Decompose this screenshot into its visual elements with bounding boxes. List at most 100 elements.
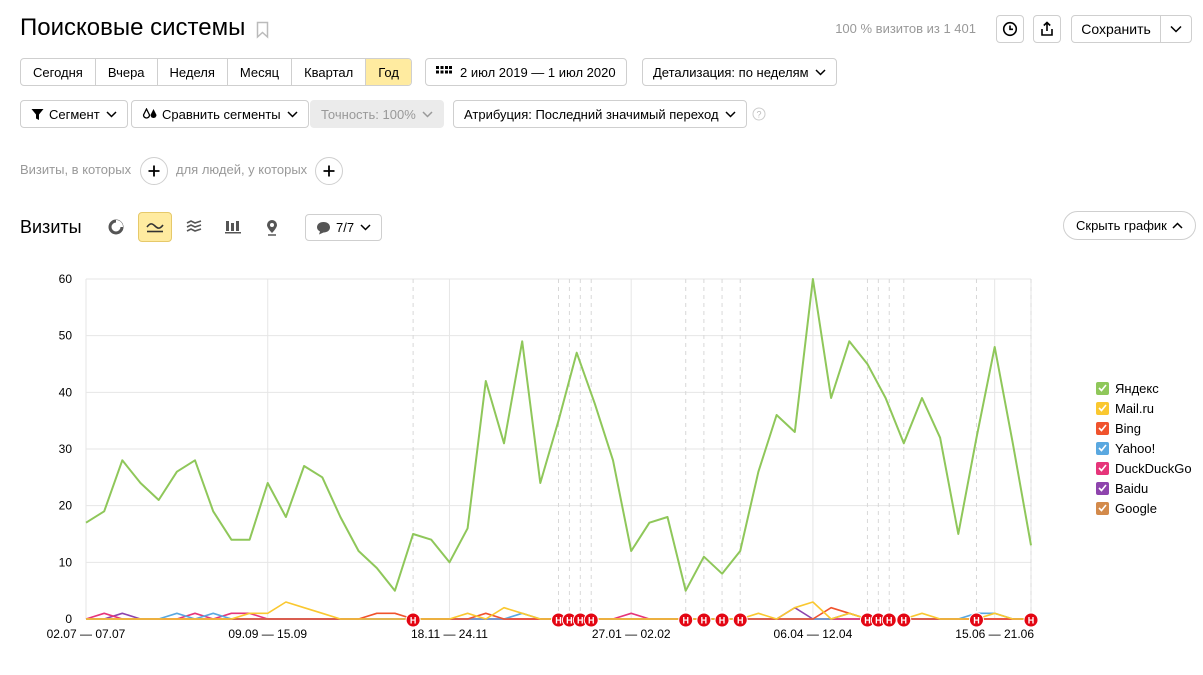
period-button-2[interactable]: Неделя	[158, 59, 228, 85]
bar-chart-icon	[225, 221, 241, 234]
page-title: Поисковые системы	[20, 14, 246, 41]
segment-label: Сегмент	[49, 106, 100, 122]
visits-info: 100 % визитов из 1 401	[835, 21, 976, 36]
detail-dropdown[interactable]: Детализация: по неделям	[642, 58, 837, 86]
svg-text:Н: Н	[886, 616, 893, 626]
period-button-4[interactable]: Квартал	[292, 59, 367, 85]
annotation-marker[interactable]: Н	[732, 612, 748, 628]
y-tick-label: 30	[59, 442, 73, 456]
clock-icon	[1002, 21, 1018, 37]
notes-button[interactable]: 7/7	[305, 214, 383, 241]
segment-button[interactable]: Сегмент	[20, 100, 128, 128]
svg-text:Н: Н	[555, 616, 562, 626]
period-selector: Сегодня Вчера Неделя Месяц Квартал Год	[20, 58, 412, 86]
y-tick-label: 0	[65, 612, 72, 626]
pie-view-button[interactable]	[99, 212, 133, 242]
svg-text:Н: Н	[682, 616, 689, 626]
accuracy-dropdown[interactable]: Точность: 100%	[310, 100, 444, 128]
plus-icon	[323, 165, 335, 177]
period-button-3[interactable]: Месяц	[228, 59, 293, 85]
legend-item[interactable]: Yahoo!	[1096, 438, 1192, 458]
legend-label: Yahoo!	[1115, 440, 1156, 456]
legend-item[interactable]: Яндекс	[1096, 378, 1192, 398]
history-button[interactable]	[996, 15, 1024, 43]
map-pin-icon	[267, 219, 277, 236]
checkbox-icon[interactable]	[1096, 501, 1109, 515]
chevron-down-icon	[287, 110, 298, 118]
annotation-marker[interactable]: Н	[405, 612, 421, 628]
legend-label: Bing	[1115, 420, 1142, 436]
chevron-down-icon	[106, 110, 117, 118]
chart-legend: Яндекс Mail.ru Bing Yahoo! DuckDuckGo Baidu Go…	[1096, 378, 1192, 518]
checkbox-icon[interactable]	[1096, 461, 1109, 475]
save-button-group: Сохранить	[1071, 15, 1192, 43]
annotation-marker[interactable]: Н	[696, 612, 712, 628]
compare-segments-button[interactable]: Сравнить сегменты	[131, 100, 309, 128]
checkbox-icon[interactable]	[1096, 421, 1109, 435]
legend-item[interactable]: Google	[1096, 498, 1192, 518]
bookmark-icon[interactable]	[256, 21, 269, 39]
legend-label: Google	[1115, 500, 1157, 516]
export-button[interactable]	[1033, 15, 1061, 43]
period-button-0[interactable]: Сегодня	[21, 59, 96, 85]
line-view-button[interactable]	[138, 212, 172, 242]
period-button-5[interactable]: Год	[366, 59, 411, 85]
detail-label: Детализация: по неделям	[653, 64, 809, 80]
svg-text:Н: Н	[901, 616, 908, 626]
checkbox-icon[interactable]	[1096, 381, 1109, 395]
svg-text:Н: Н	[577, 616, 584, 626]
add-people-condition-button[interactable]	[315, 157, 343, 185]
x-tick-label: 06.04 — 12.04	[774, 627, 853, 641]
legend-label: Mail.ru	[1115, 400, 1155, 416]
y-tick-label: 10	[59, 555, 73, 569]
annotation-marker[interactable]: Н	[896, 612, 912, 628]
hide-chart-label: Скрыть график	[1076, 218, 1167, 233]
checkbox-icon[interactable]	[1096, 441, 1109, 455]
hide-chart-button[interactable]: Скрыть график	[1063, 211, 1196, 240]
calendar-icon	[436, 66, 452, 74]
save-button[interactable]: Сохранить	[1072, 16, 1161, 42]
stacked-area-icon	[186, 220, 202, 232]
bar-view-button[interactable]	[216, 212, 250, 242]
chevron-down-icon	[815, 68, 826, 76]
legend-item[interactable]: Bing	[1096, 418, 1192, 438]
plus-icon	[148, 165, 160, 177]
visits-where-label: Визиты, в которых	[20, 162, 132, 177]
svg-text:Н: Н	[737, 616, 744, 626]
drops-icon	[142, 107, 157, 119]
annotation-marker[interactable]: Н	[1023, 612, 1039, 628]
share-icon	[1041, 21, 1053, 36]
filter-icon	[31, 108, 44, 120]
svg-text:Н: Н	[973, 616, 980, 626]
help-icon[interactable]: ?	[752, 107, 766, 126]
date-range-button[interactable]: 2 июл 2019 — 1 июл 2020	[425, 58, 627, 86]
annotation-marker[interactable]: Н	[714, 612, 730, 628]
annotation-marker[interactable]: Н	[583, 612, 599, 628]
add-visit-condition-button[interactable]	[140, 157, 168, 185]
comment-icon	[317, 221, 330, 234]
save-dropdown-button[interactable]	[1161, 16, 1191, 42]
y-tick-label: 20	[59, 499, 73, 513]
legend-item[interactable]: DuckDuckGo	[1096, 458, 1192, 478]
svg-text:Н: Н	[701, 616, 708, 626]
visits-line-chart: 0 10 20 30 40 50 60 02.07 — 07.07 09.09 — 15.09 1…	[47, 272, 1039, 641]
chevron-down-icon	[1170, 25, 1182, 33]
period-button-1[interactable]: Вчера	[96, 59, 158, 85]
area-view-button[interactable]	[177, 212, 211, 242]
svg-text:Н: Н	[566, 616, 573, 626]
map-view-button[interactable]	[255, 212, 289, 242]
line-chart-icon	[146, 223, 164, 233]
annotation-marker[interactable]: Н	[678, 612, 694, 628]
svg-text:Н: Н	[864, 616, 871, 626]
svg-text:Н: Н	[875, 616, 882, 626]
attribution-dropdown[interactable]: Атрибуция: Последний значимый переход	[453, 100, 747, 128]
annotation-marker[interactable]: Н	[881, 612, 897, 628]
y-tick-label: 60	[59, 272, 73, 286]
legend-item[interactable]: Mail.ru	[1096, 398, 1192, 418]
legend-item[interactable]: Baidu	[1096, 478, 1192, 498]
checkbox-icon[interactable]	[1096, 401, 1109, 415]
annotation-marker[interactable]: Н	[968, 612, 984, 628]
checkbox-icon[interactable]	[1096, 481, 1109, 495]
svg-text:Н: Н	[1028, 616, 1035, 626]
svg-text:?: ?	[756, 110, 761, 120]
